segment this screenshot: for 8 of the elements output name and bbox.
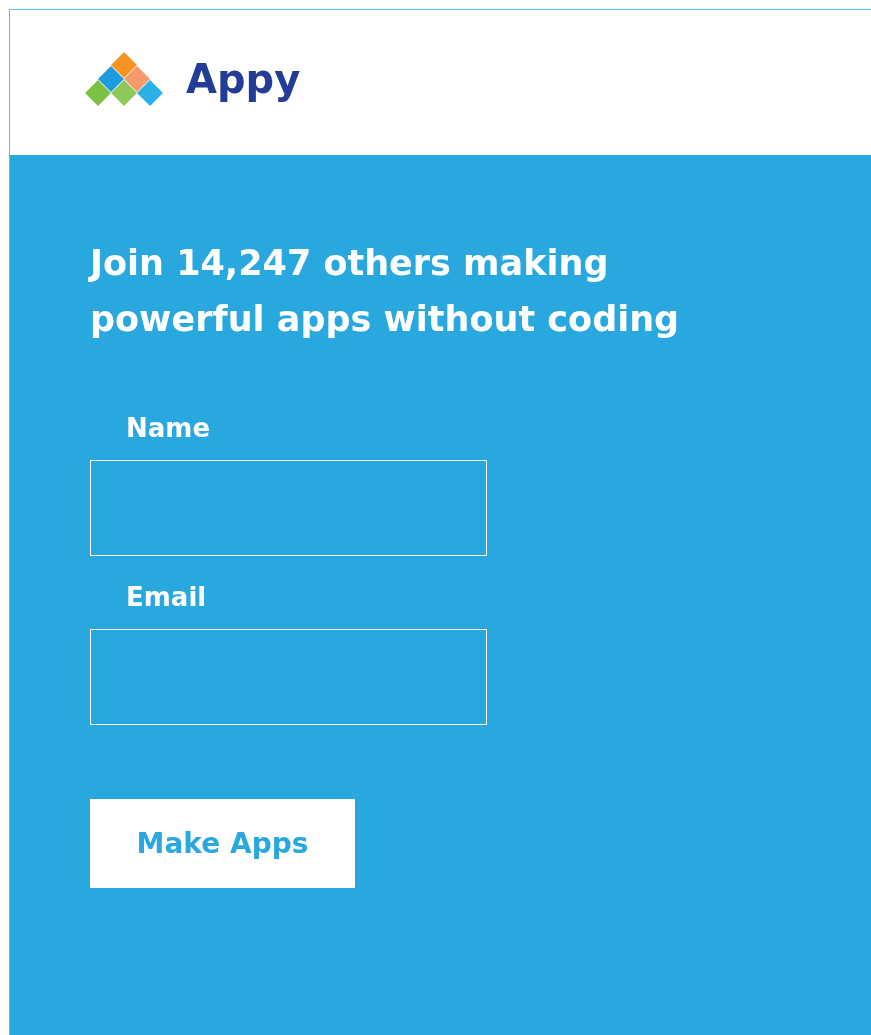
brand-name: Appy — [186, 54, 301, 104]
heading: Join 14,247 others making powerful apps without coding — [90, 242, 681, 341]
field-label: Email — [125, 581, 208, 614]
make-apps-button[interactable]: Make Apps — [90, 799, 355, 888]
input-field[interactable] — [90, 629, 487, 725]
input-field[interactable] — [90, 460, 487, 556]
logo-icon — [84, 50, 164, 107]
field-label: Name — [125, 412, 212, 445]
